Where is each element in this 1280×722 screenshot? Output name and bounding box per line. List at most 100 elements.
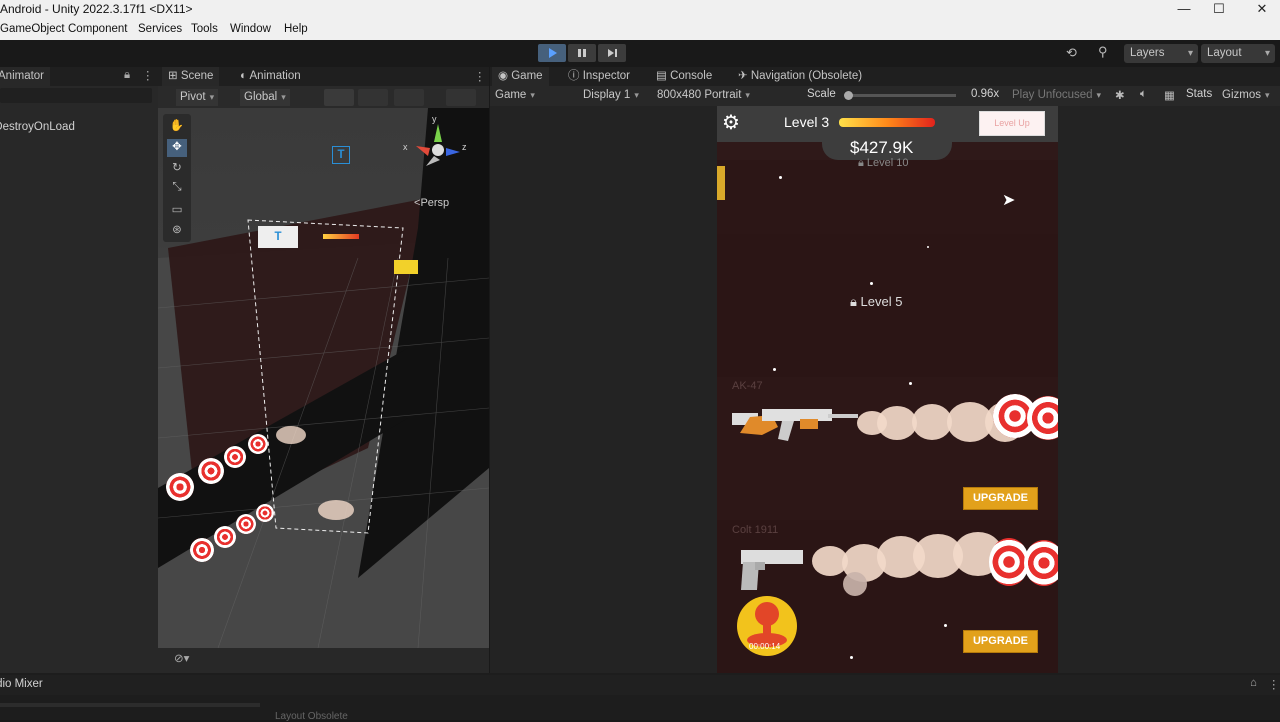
menu-dots-icon[interactable]: ⋮ — [1268, 677, 1280, 691]
scale-tool-icon[interactable]: ⤡ — [167, 181, 187, 199]
transform-tool-icon[interactable]: ⊛ — [167, 222, 187, 240]
menu-help[interactable]: Help — [284, 23, 308, 35]
text-object-icon[interactable]: T — [332, 146, 350, 164]
step-icon — [608, 49, 617, 57]
display-dropdown[interactable]: Display 1 — [583, 87, 639, 104]
hierarchy-item-label: DontDestroyOnLoad — [0, 121, 75, 133]
hierarchy-search-input[interactable] — [0, 88, 152, 103]
menu-dots-icon[interactable]: ⋮ — [142, 68, 154, 82]
tab-scene[interactable]: ⊞ Scene — [162, 67, 220, 86]
step-button[interactable] — [598, 44, 626, 62]
menu-tools[interactable]: Tools — [191, 23, 218, 35]
menu-gameobject[interactable]: GameObject — [0, 23, 65, 35]
global-dropdown[interactable]: Global — [240, 89, 290, 106]
history-icon[interactable]: ⟲ — [1066, 45, 1084, 61]
level-up-button[interactable]: Level Up — [979, 111, 1045, 136]
weapon-name: AK-47 — [732, 380, 763, 392]
rect-tool-icon[interactable]: ▭ — [167, 202, 187, 220]
close-icon[interactable]: ✕ — [1240, 0, 1280, 20]
pause-icon — [578, 49, 586, 57]
camera-settings-icon[interactable]: ⊘▾ — [174, 651, 204, 667]
layout-dropdown[interactable]: Layout — [1201, 44, 1275, 63]
move-tool-icon[interactable]: ✥ — [167, 139, 187, 157]
lock-icon[interactable]: 🔒︎ — [124, 69, 130, 82]
game-tabbar: ◉ Game ⓘ Inspector ▤ Console ✈ Navigatio… — [490, 67, 1280, 86]
increment-snap-icon[interactable] — [394, 89, 424, 106]
snap-settings-icon[interactable] — [358, 89, 388, 106]
orientation-gizmo[interactable]: y x z — [403, 114, 467, 178]
resolution-dropdown[interactable]: 800x480 Portrait — [657, 87, 797, 104]
upgrade-button[interactable]: UPGRADE — [963, 487, 1038, 510]
lock-icon[interactable]: ⌂ — [1250, 677, 1257, 689]
scene-toolbar: Pivot Global — [158, 86, 489, 108]
window-title: Android - Unity 2022.3.17f1 <DX11> — [0, 2, 193, 16]
tab-animation[interactable]: ◐ Animation — [234, 67, 307, 86]
powerup-timer: 00:00:14 — [749, 642, 781, 651]
pause-button[interactable] — [568, 44, 596, 62]
tool-palette: ✋ ✥ ↻ ⤡ ▭ ⊛ — [163, 114, 191, 242]
menu-bar: GameObject Component Services Tools Wind… — [0, 20, 1280, 40]
rotate-tool-icon[interactable]: ↻ — [167, 160, 187, 178]
level-progress-bar — [839, 118, 935, 127]
gizmos-dropdown[interactable]: Gizmos — [1222, 87, 1270, 104]
level-label: Level 3 — [784, 114, 830, 130]
scale-slider[interactable] — [844, 91, 956, 100]
menu-window[interactable]: Window — [230, 23, 271, 35]
footer-label: Layout Obsolete — [275, 711, 348, 722]
layers-dropdown[interactable]: Layers — [1124, 44, 1198, 63]
ak47-gun-icon — [732, 409, 858, 441]
stats-button[interactable]: Stats — [1186, 88, 1212, 100]
hierarchy-tabbar: Animator 🔒︎ ⋮ — [0, 67, 158, 86]
menu-component[interactable]: Component — [68, 23, 127, 35]
side-tag — [717, 166, 725, 200]
locked-level-label: 🔒︎ Level 5 — [850, 294, 903, 309]
scale-label: Scale — [807, 88, 836, 100]
menu-services[interactable]: Services — [138, 23, 182, 35]
bottom-tabbar: Audio Mixer ⌂ ⋮ — [0, 675, 1280, 695]
scene-tabbar: ⊞ Scene ◐ Animation ⋮ — [158, 67, 489, 86]
main-toolbar: ⟲ ⚲ Layers Layout — [0, 40, 1280, 67]
play-icon — [549, 48, 557, 58]
game-toolbar: Game Display 1 800x480 Portrait Scale 0.… — [490, 86, 1280, 106]
search-icon[interactable]: ⚲ — [1098, 44, 1116, 60]
scale-slider-handle[interactable] — [844, 91, 853, 100]
scale-value: 0.96x — [971, 88, 1000, 100]
scene-viewport[interactable]: ✋ ✥ ↻ ⤡ ▭ ⊛ y x z <Persp T T — [158, 108, 489, 649]
money-value: $427.9K — [850, 138, 914, 157]
text-object-icon[interactable]: T — [258, 226, 298, 248]
tab-animator[interactable]: Animator — [0, 67, 51, 86]
upgrade-button[interactable]: UPGRADE — [963, 630, 1038, 653]
locked-level-label: 🔒︎ Level 10 — [858, 157, 909, 169]
persp-label[interactable]: <Persp — [414, 197, 449, 209]
tab-game[interactable]: ◉ Game — [492, 67, 549, 86]
bottom-panel: Audio Mixer ⌂ ⋮ Layout Obsolete — [0, 673, 1280, 722]
weapon-name: Colt 1911 — [732, 524, 779, 536]
menu-dots-icon[interactable]: ⋮ — [474, 69, 486, 83]
settings-gear-icon[interactable]: ⚙ — [722, 113, 744, 135]
scene-geometry — [158, 108, 489, 649]
scroll-bar[interactable] — [0, 703, 260, 707]
play-button[interactable] — [538, 44, 566, 62]
colt-pistol-icon — [741, 550, 803, 590]
grid-icon[interactable]: ▦ — [1164, 88, 1175, 102]
game-mode-dropdown[interactable]: Game — [495, 87, 571, 104]
maximize-icon[interactable]: ☐ — [1197, 0, 1241, 20]
tab-navigation[interactable]: ✈ Navigation (Obsolete) — [732, 67, 868, 86]
tab-console[interactable]: ▤ Console — [650, 67, 718, 86]
nuke-powerup[interactable]: 00:00:14 — [737, 596, 797, 656]
mouse-cursor-icon: ➤ — [1002, 192, 1016, 209]
ui-image-icon — [394, 260, 418, 274]
tab-inspector[interactable]: ⓘ Inspector — [562, 67, 636, 86]
pivot-dropdown[interactable]: Pivot — [176, 89, 219, 106]
hierarchy-panel: Animator 🔒︎ ⋮ DontDestroyOnLoad — [0, 67, 158, 673]
play-unfocused-dropdown[interactable]: Play Unfocused — [1012, 87, 1101, 104]
hand-tool-icon[interactable]: ✋ — [167, 118, 187, 136]
scene-panel: ⊞ Scene ◐ Animation ⋮ Pivot Global ✋ — [158, 67, 489, 673]
game-view[interactable]: ⚙ Level 3 Level Up $427.9K 🔒︎ Level 10 🔒… — [717, 106, 1058, 673]
mute-audio-icon[interactable]: 🔈︎ — [1140, 88, 1147, 101]
hierarchy-item[interactable]: DontDestroyOnLoad — [0, 119, 158, 135]
tab-audio-mixer[interactable]: Audio Mixer — [0, 678, 43, 690]
grid-snap-icon[interactable] — [324, 89, 354, 106]
draw-mode-icon[interactable] — [446, 89, 476, 106]
bug-icon[interactable]: ✱ — [1115, 88, 1125, 102]
